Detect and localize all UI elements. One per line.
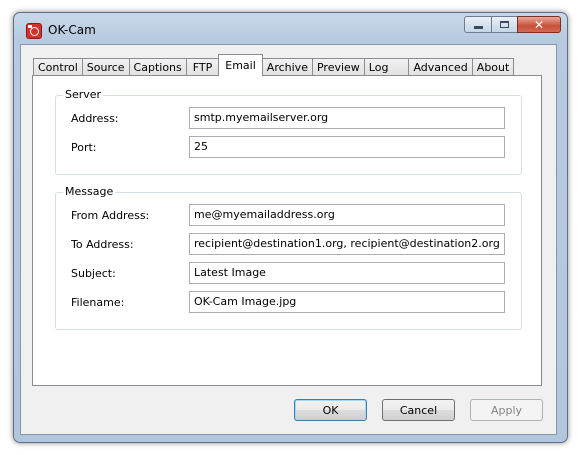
tab-log[interactable]: Log [363, 58, 410, 76]
app-icon[interactable] [26, 23, 42, 39]
tab-captions[interactable]: Captions [128, 58, 187, 76]
tab-strip: Control Source Captions FTP Email Archiv… [33, 54, 515, 76]
to-address-field[interactable]: recipient@destination1.org, recipient@de… [189, 233, 505, 255]
message-group-title: Message [63, 185, 116, 198]
ok-button[interactable]: OK [294, 399, 367, 421]
subject-field[interactable]: Latest Image [189, 262, 505, 284]
tab-ftp[interactable]: FTP [185, 58, 220, 76]
port-field[interactable]: 25 [189, 136, 505, 158]
filename-label: Filename: [71, 296, 125, 309]
tab-advanced[interactable]: Advanced [408, 58, 473, 76]
minimize-icon [473, 25, 483, 29]
tab-email[interactable]: Email [218, 54, 263, 76]
port-label: Port: [71, 141, 97, 154]
cancel-button[interactable]: Cancel [382, 399, 455, 421]
caption-buttons: ✕ [464, 16, 561, 33]
close-icon: ✕ [533, 17, 545, 32]
tab-source[interactable]: Source [81, 58, 130, 76]
tab-preview[interactable]: Preview [311, 58, 365, 76]
tab-control[interactable]: Control [33, 58, 83, 76]
filename-field[interactable]: OK-Cam Image.jpg [189, 291, 505, 313]
address-label: Address: [71, 112, 119, 125]
from-address-field[interactable]: me@myemailaddress.org [189, 204, 505, 226]
maximize-icon [500, 21, 509, 28]
subject-label: Subject: [71, 267, 116, 280]
apply-button[interactable]: Apply [470, 399, 543, 421]
from-address-label: From Address: [71, 209, 150, 222]
tab-archive[interactable]: Archive [261, 58, 313, 76]
server-group-title: Server [63, 88, 104, 101]
address-field[interactable]: smtp.myemailserver.org [189, 107, 505, 129]
email-tab-panel: Server Address: smtp.myemailserver.org P… [32, 75, 542, 386]
maximize-button[interactable] [491, 16, 517, 33]
window-title: OK-Cam [48, 23, 96, 37]
to-address-label: To Address: [71, 238, 134, 251]
close-button[interactable]: ✕ [517, 16, 561, 33]
tab-about[interactable]: About [471, 58, 515, 76]
minimize-button[interactable] [464, 16, 491, 33]
